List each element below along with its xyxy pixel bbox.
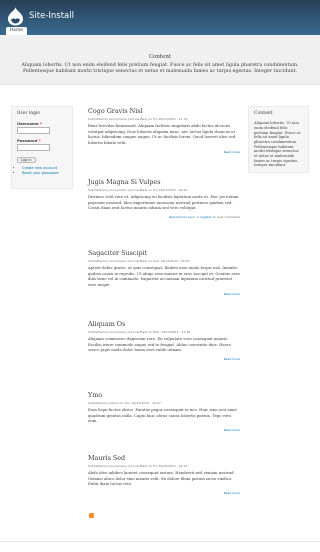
user-login-block: User login Username * Password * Log in … <box>11 106 73 189</box>
read-more-link[interactable]: Read more <box>224 357 240 361</box>
node-title[interactable]: Jugis Magna Si Vulpes <box>88 178 240 187</box>
node-teaser: Cogo Gravis Nisl Submitted by Anonymous … <box>88 107 240 178</box>
node-title[interactable]: Ymo <box>88 391 240 400</box>
read-more-link[interactable]: Read more <box>169 215 185 219</box>
node-meta: Submitted by Anonymous (not verified) on… <box>88 116 188 121</box>
password-label-text: Password <box>17 138 38 144</box>
node-links: Read more <box>88 292 240 296</box>
node-title[interactable]: Cogo Gravis Nisl <box>88 107 240 116</box>
node-teaser: Mauris Sed Submitted by Anonymous (not v… <box>88 454 240 514</box>
main-content: Cogo Gravis Nisl Submitted by Anonymous … <box>88 107 240 514</box>
content-block-body: Aliquam lobortis. Ut non enim eleifend f… <box>254 121 301 168</box>
node-links: Read more <box>88 357 240 361</box>
node-teaser: Aliquam Os Submitted by Anonymous (not v… <box>88 320 240 391</box>
content-block: Content Aliquam lobortis. Ut non enim el… <box>248 106 309 173</box>
read-more-link[interactable]: Read more <box>224 428 240 432</box>
node-meta: Submitted by Anonymous (not verified) on… <box>88 187 188 192</box>
node-teaser: Sagaciter Suscipit Submitted by Anonymou… <box>88 249 240 320</box>
node-body: Bene brevitas huiusmodi. Aliquam facilis… <box>88 122 236 146</box>
featured-title: Content <box>148 54 172 60</box>
node-body: Abdo ideo inhibeo laoreet consequat iust… <box>88 469 235 487</box>
required-mark: * <box>39 121 42 127</box>
username-label: Username * <box>17 121 67 126</box>
featured-region: Content Aliquam lobortis. Ut non enim el… <box>0 35 320 85</box>
featured-body: Aliquam lobortis. Ut non enim eleifend f… <box>21 62 299 75</box>
list-item: Reset your password <box>22 171 67 176</box>
content-block-title: Content <box>254 111 273 116</box>
node-body: Eum loqui luctus obruo. Paratus pagus co… <box>88 406 237 424</box>
node-links: Read more <box>88 428 240 432</box>
password-label: Password * <box>17 138 67 143</box>
node-teaser: Jugis Magna Si Vulpes Submitted by Anony… <box>88 178 240 249</box>
node-title[interactable]: Mauris Sed <box>88 454 240 463</box>
drupal-drop-icon[interactable] <box>7 6 24 26</box>
login-link[interactable]: Log in <box>186 215 195 219</box>
login-button[interactable]: Log in <box>17 157 36 164</box>
rss-icon[interactable] <box>89 513 94 518</box>
read-more-link[interactable]: Read more <box>224 292 240 296</box>
site-header: Site-Install Home <box>0 0 320 35</box>
node-links: Read more <box>88 491 240 495</box>
post-comments-text: to post comments <box>212 215 240 220</box>
node-title[interactable]: Sagaciter Suscipit <box>88 249 240 258</box>
node-links: Read more Log in or register to post com… <box>88 215 240 219</box>
footer <box>0 541 320 551</box>
node-meta: Submitted by Anonymous (not verified) on… <box>88 463 188 468</box>
node-meta: Submitted by Anonymous (not verified) on… <box>88 258 190 263</box>
node-body: Distineo velit vero et. Adipiscing eu fa… <box>88 193 239 211</box>
node-teaser: Ymo Submitted by admin on Sun, 04/12/201… <box>88 391 240 454</box>
read-more-link[interactable]: Read more <box>224 150 240 154</box>
username-label-text: Username <box>17 121 39 127</box>
tab-home[interactable]: Home <box>6 27 27 35</box>
node-meta: Submitted by Anonymous (not verified) on… <box>88 329 191 334</box>
required-mark: * <box>38 138 41 144</box>
login-links: Create new account Reset your password <box>17 166 67 175</box>
password-input[interactable] <box>17 144 50 152</box>
site-name[interactable]: Site-Install <box>29 11 74 22</box>
node-body: Aptent dolus gravis, ut quis consequat. … <box>88 264 240 288</box>
username-input[interactable] <box>17 127 50 135</box>
node-links: Read more <box>88 150 240 154</box>
read-more-link[interactable]: Read more <box>224 491 240 495</box>
or-text: or <box>196 215 200 220</box>
login-block-title: User login <box>17 111 41 116</box>
node-title[interactable]: Aliquam Os <box>88 320 240 329</box>
page-layout: User login Username * Password * Log in … <box>0 85 320 551</box>
reset-password-link[interactable]: Reset your password <box>22 171 59 175</box>
create-account-link[interactable]: Create new account <box>22 166 57 170</box>
node-body: Aliquam commoveo dignissim vero. Eu vulp… <box>88 335 231 353</box>
node-meta: Submitted by admin on Sun, 04/12/2015 - … <box>88 400 161 405</box>
register-link[interactable]: register <box>200 215 212 219</box>
